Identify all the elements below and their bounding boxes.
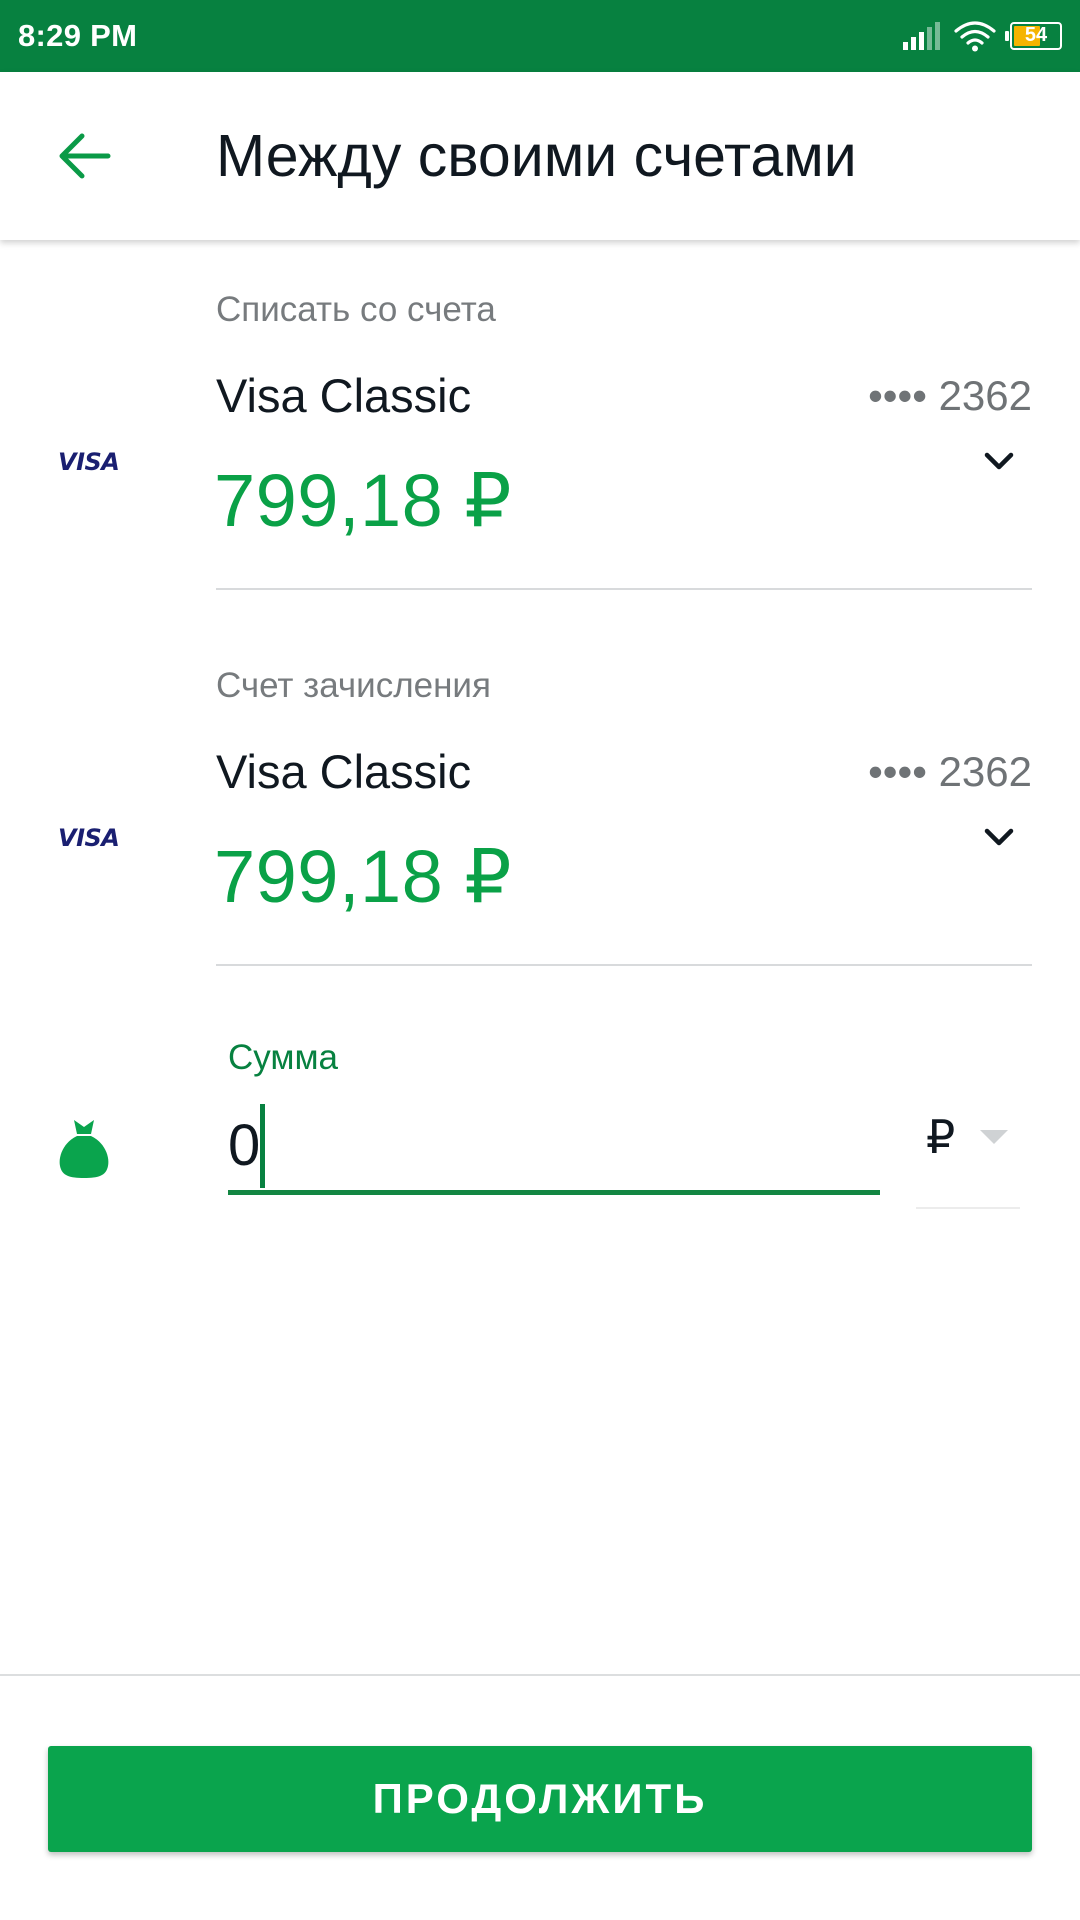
- from-card-number: •••• 2362: [868, 372, 1032, 419]
- back-button[interactable]: [44, 116, 124, 196]
- status-time: 8:29 PM: [18, 18, 138, 53]
- from-account-selector[interactable]: VISA Списать со счета Visa Classic •••• …: [0, 260, 1080, 620]
- to-card-name: Visa Classic: [216, 745, 472, 798]
- from-card-balance: 799,18 ₽: [214, 459, 512, 542]
- to-account-selector[interactable]: VISA Счет зачисления Visa Classic •••• 2…: [0, 636, 1080, 996]
- chevron-down-icon[interactable]: [984, 826, 1014, 850]
- amount-input[interactable]: [228, 1100, 880, 1190]
- battery-icon: 54: [1005, 22, 1062, 50]
- status-bar: 8:29 PM 54: [0, 0, 1080, 72]
- battery-tip: [1005, 31, 1009, 41]
- signal-icon: [903, 22, 940, 50]
- battery-level: 54: [1024, 24, 1048, 46]
- page-title: Между своими счетами: [216, 123, 857, 189]
- moneybag-icon: [59, 1120, 109, 1178]
- visa-logo-icon: VISA: [58, 824, 120, 852]
- status-icons: 54: [902, 0, 1062, 72]
- currency-symbol: ₽: [926, 1111, 956, 1163]
- currency-underline: [916, 1207, 1020, 1209]
- dropdown-arrow-icon: [980, 1130, 1008, 1144]
- amount-underline: [228, 1190, 880, 1195]
- currency-select[interactable]: ₽: [916, 1100, 1020, 1209]
- amount-section: Сумма ₽: [0, 1020, 1080, 1230]
- to-card-number: •••• 2362: [868, 748, 1032, 795]
- from-account-caption: Списать со счета: [216, 290, 496, 329]
- divider: [216, 588, 1032, 590]
- divider: [216, 964, 1032, 966]
- footer-divider: [0, 1674, 1080, 1676]
- app-bar: Между своими счетами: [0, 72, 1080, 240]
- visa-logo-icon: VISA: [58, 448, 120, 476]
- to-account-caption: Счет зачисления: [216, 666, 491, 705]
- wifi-icon: [954, 21, 996, 52]
- amount-label: Сумма: [228, 1038, 338, 1077]
- arrow-left-icon: [59, 133, 111, 179]
- to-card-balance: 799,18 ₽: [214, 835, 512, 918]
- from-card-name: Visa Classic: [216, 369, 472, 422]
- text-caret: [260, 1104, 265, 1188]
- continue-button[interactable]: ПРОДОЛЖИТЬ: [48, 1746, 1032, 1852]
- chevron-down-icon[interactable]: [984, 450, 1014, 474]
